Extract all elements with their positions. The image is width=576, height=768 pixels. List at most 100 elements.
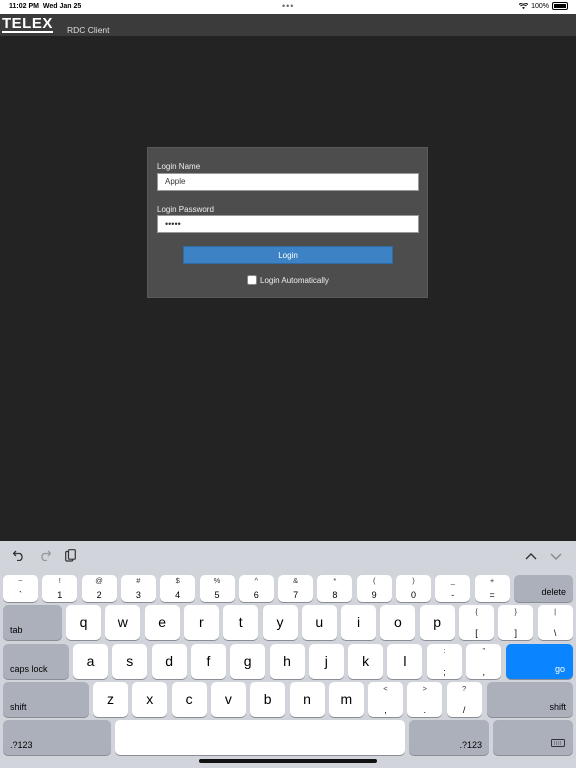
caps-lock-label: caps lock bbox=[10, 664, 48, 674]
key-f[interactable]: f bbox=[190, 644, 226, 679]
key-z[interactable]: z bbox=[93, 682, 128, 717]
key-i[interactable]: i bbox=[341, 605, 377, 640]
numbers-switch-right-label: .?123 bbox=[459, 740, 482, 750]
key-qextra-0-shift-label: { bbox=[475, 607, 478, 616]
key-num-6[interactable]: ^ 6 bbox=[238, 575, 274, 602]
key-d-label: d bbox=[165, 653, 173, 669]
key-aextra-0-label: ; bbox=[443, 667, 446, 677]
key-zextra-1-shift-label: > bbox=[422, 684, 427, 693]
key-d[interactable]: d bbox=[151, 644, 187, 679]
login-automatically-label: Login Automatically bbox=[260, 275, 329, 285]
tab-key[interactable]: tab bbox=[3, 605, 62, 640]
key-num-1-shift-label: ! bbox=[58, 576, 61, 585]
key-l[interactable]: l bbox=[387, 644, 423, 679]
paste-icon[interactable] bbox=[65, 549, 76, 562]
key-num-10-shift-label: ) bbox=[412, 576, 415, 585]
key-a[interactable]: a bbox=[73, 644, 108, 679]
undo-icon[interactable] bbox=[13, 550, 25, 561]
key-num-7-label: 7 bbox=[293, 590, 299, 600]
key-f-label: f bbox=[206, 653, 211, 669]
key-num-7[interactable]: & 7 bbox=[278, 575, 314, 602]
key-p[interactable]: p bbox=[419, 605, 455, 640]
key-num-12[interactable]: + = bbox=[474, 575, 510, 602]
key-k[interactable]: k bbox=[348, 644, 384, 679]
key-num-11[interactable]: _ - bbox=[435, 575, 471, 602]
caps-lock-key[interactable]: caps lock bbox=[3, 644, 69, 679]
login-automatically-row[interactable]: Login Automatically bbox=[247, 275, 329, 285]
key-e[interactable]: e bbox=[144, 605, 180, 640]
redo-icon[interactable] bbox=[39, 550, 51, 561]
key-r[interactable]: r bbox=[183, 605, 219, 640]
key-num-6-label: 6 bbox=[253, 590, 259, 600]
key-num-0-label: ` bbox=[19, 590, 22, 600]
key-v[interactable]: v bbox=[210, 682, 246, 717]
wifi-icon bbox=[519, 2, 529, 9]
key-p-label: p bbox=[433, 614, 442, 630]
key-o[interactable]: o bbox=[380, 605, 416, 640]
chevron-up-icon[interactable] bbox=[525, 553, 537, 560]
key-num-10[interactable]: ) 0 bbox=[396, 575, 431, 602]
key-n[interactable]: n bbox=[289, 682, 325, 717]
login-automatically-checkbox[interactable] bbox=[247, 275, 257, 285]
shift-right-key[interactable]: shift bbox=[487, 682, 573, 717]
key-num-0[interactable]: ~ ` bbox=[3, 575, 38, 602]
key-zextra-1[interactable]: >. bbox=[407, 682, 443, 717]
key-qextra-0-label: [ bbox=[475, 628, 478, 638]
key-num-2[interactable]: @2 bbox=[81, 575, 117, 602]
tab-key-label: tab bbox=[10, 625, 23, 635]
key-k-label: k bbox=[362, 653, 370, 669]
key-num-1[interactable]: ! 1 bbox=[42, 575, 78, 602]
numbers-switch-left-key[interactable]: .?123 bbox=[3, 720, 111, 755]
app-header: TELEX RDC Client bbox=[0, 14, 576, 36]
login-password-input[interactable]: ••••• bbox=[157, 215, 419, 233]
key-q[interactable]: q bbox=[66, 605, 101, 640]
key-num-4[interactable]: $4 bbox=[160, 575, 196, 602]
home-indicator bbox=[199, 759, 377, 763]
chevron-down-icon[interactable] bbox=[550, 553, 562, 560]
key-num-8[interactable]: * 8 bbox=[317, 575, 353, 602]
key-u[interactable]: u bbox=[301, 605, 337, 640]
key-s[interactable]: s bbox=[112, 644, 148, 679]
delete-key[interactable]: delete bbox=[514, 575, 573, 602]
key-aextra-1[interactable]: ", bbox=[466, 644, 502, 679]
key-x-label: x bbox=[146, 691, 154, 707]
key-qextra-0[interactable]: {[ bbox=[459, 605, 494, 640]
key-qextra-2[interactable]: | \ bbox=[537, 605, 573, 640]
key-zextra-2[interactable]: ? / bbox=[446, 682, 482, 717]
key-num-8-shift-label: * bbox=[333, 576, 337, 585]
key-num-12-label: = bbox=[489, 590, 495, 600]
key-m[interactable]: m bbox=[328, 682, 364, 717]
go-key[interactable]: go bbox=[506, 644, 573, 679]
key-y[interactable]: y bbox=[262, 605, 298, 640]
key-aextra-0[interactable]: :; bbox=[427, 644, 462, 679]
key-m-label: m bbox=[340, 691, 353, 707]
shift-left-label: shift bbox=[10, 702, 27, 712]
key-num-6-shift-label: ^ bbox=[254, 576, 259, 585]
login-button[interactable]: Login bbox=[183, 246, 393, 264]
multitasking-dots-icon[interactable]: ••• bbox=[282, 1, 294, 11]
login-name-input[interactable]: Apple bbox=[157, 173, 419, 191]
key-qextra-1[interactable]: }] bbox=[498, 605, 534, 640]
hide-keyboard-key[interactable] bbox=[493, 720, 573, 755]
key-g[interactable]: g bbox=[230, 644, 266, 679]
key-zextra-0[interactable]: <, bbox=[368, 682, 403, 717]
key-s-label: s bbox=[126, 653, 134, 669]
key-r-label: r bbox=[199, 614, 204, 630]
key-num-3[interactable]: #3 bbox=[120, 575, 156, 602]
key-h[interactable]: h bbox=[269, 644, 305, 679]
key-c[interactable]: c bbox=[171, 682, 207, 717]
key-x[interactable]: x bbox=[132, 682, 168, 717]
shift-left-key[interactable]: shift bbox=[3, 682, 89, 717]
space-bar[interactable] bbox=[115, 720, 405, 755]
key-num-5[interactable]: % 5 bbox=[199, 575, 235, 602]
key-num-3-label: 3 bbox=[135, 590, 141, 600]
key-t[interactable]: t bbox=[223, 605, 259, 640]
key-num-9[interactable]: (9 bbox=[356, 575, 392, 602]
key-b[interactable]: b bbox=[250, 682, 286, 717]
key-l-label: l bbox=[403, 653, 407, 669]
key-w-label: w bbox=[117, 614, 128, 630]
telex-logo: TELEX bbox=[2, 15, 53, 33]
key-w[interactable]: w bbox=[105, 605, 141, 640]
key-j[interactable]: j bbox=[308, 644, 344, 679]
numbers-switch-right-key[interactable]: .?123 bbox=[409, 720, 489, 755]
